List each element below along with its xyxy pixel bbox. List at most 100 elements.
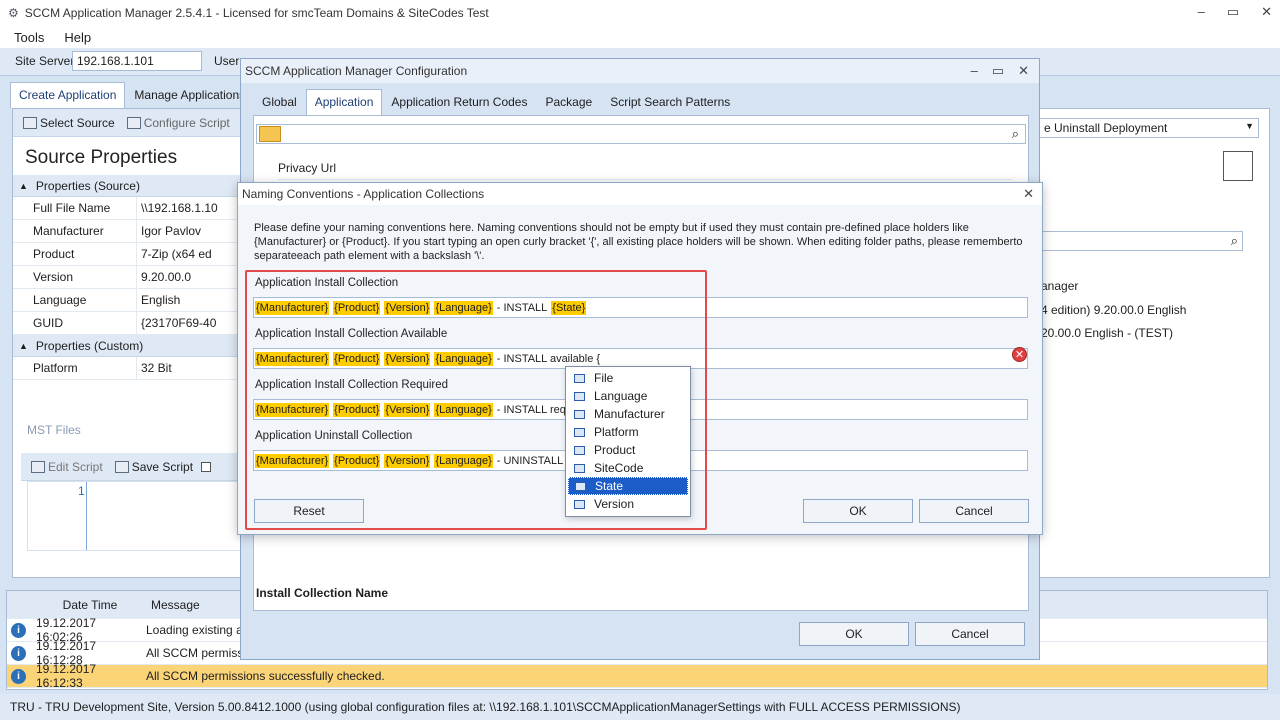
- dropdown-item[interactable]: Platform: [568, 423, 688, 441]
- deployment-select[interactable]: e Uninstall Deployment ▼: [1039, 118, 1259, 138]
- config-title: SCCM Application Manager Configuration: [245, 64, 468, 78]
- placeholder-token: {Version}: [384, 453, 431, 468]
- placeholder-token: {Product}: [333, 300, 381, 315]
- dropdown-item[interactable]: SiteCode: [568, 459, 688, 477]
- site-server-input[interactable]: 192.168.1.101: [72, 51, 202, 71]
- naming-cancel-button[interactable]: Cancel: [919, 499, 1029, 523]
- placeholder-token: {Version}: [384, 351, 431, 366]
- custom-rows: Platform 32 Bit: [13, 357, 247, 380]
- placeholder-token: {Manufacturer}: [255, 300, 330, 315]
- close-icon[interactable]: ✕: [1261, 4, 1272, 20]
- field-label-uninstall: Application Uninstall Collection: [255, 430, 413, 442]
- property-row[interactable]: Product 7-Zip (x64 ed: [13, 243, 247, 266]
- placeholder-token: {Language}: [434, 300, 493, 315]
- placeholder-token: {Language}: [434, 453, 493, 468]
- window-title: SCCM Application Manager 2.5.4.1 - Licen…: [24, 6, 489, 20]
- log-col-message[interactable]: Message: [149, 598, 200, 612]
- maximize-icon[interactable]: ▭: [1227, 4, 1239, 20]
- naming-title: Naming Conventions - Application Collect…: [242, 187, 485, 201]
- config-search-input[interactable]: ⌕: [256, 124, 1026, 144]
- field-label-available: Application Install Collection Available: [255, 328, 448, 340]
- collapse-icon: ▲: [19, 180, 28, 191]
- dropdown-item-label: State: [595, 479, 624, 493]
- dropdown-item-label: Language: [594, 389, 648, 403]
- config-cancel-button[interactable]: Cancel: [915, 622, 1025, 646]
- dropdown-item[interactable]: State: [568, 477, 688, 495]
- naming-ok-button[interactable]: OK: [803, 499, 913, 523]
- tab-manage-applications[interactable]: Manage Applications: [125, 82, 254, 108]
- placeholder-token: {State}: [551, 300, 587, 315]
- privacy-url-row: Privacy Url: [278, 156, 1012, 180]
- group-properties-custom[interactable]: ▲ Properties (Custom): [13, 335, 247, 357]
- minimize-icon[interactable]: –: [971, 63, 978, 79]
- config-tab[interactable]: Global: [253, 89, 306, 115]
- right-search-input[interactable]: ⌕: [1039, 231, 1243, 251]
- property-value: 9.20.00.0: [141, 270, 192, 284]
- minimize-icon[interactable]: –: [1198, 4, 1205, 20]
- reset-button[interactable]: Reset: [254, 499, 364, 523]
- property-value: 32 Bit: [141, 361, 172, 375]
- property-key: Full File Name: [13, 197, 137, 219]
- checkbox[interactable]: [201, 461, 212, 472]
- error-icon: ✕: [1012, 347, 1027, 362]
- log-message: Loading existing a: [146, 623, 243, 637]
- placeholder-token: {Manufacturer}: [255, 351, 330, 366]
- config-tab[interactable]: Application Return Codes: [382, 89, 536, 115]
- property-row[interactable]: Language English: [13, 289, 247, 312]
- script-editor[interactable]: 1: [27, 481, 247, 551]
- config-tab[interactable]: Application: [305, 89, 383, 115]
- config-tab[interactable]: Script Search Patterns: [601, 89, 739, 115]
- property-key: Platform: [13, 357, 137, 379]
- placeholder-token: {Language}: [434, 402, 493, 417]
- placeholder-token: {Manufacturer}: [255, 402, 330, 417]
- menu-tools[interactable]: Tools: [14, 30, 44, 45]
- dropdown-item-label: SiteCode: [594, 461, 644, 475]
- config-tab[interactable]: Package: [536, 89, 601, 115]
- placeholder-icon: [574, 499, 585, 509]
- right-row-1: 4 edition) 9.20.00.0 English: [1041, 303, 1187, 317]
- site-server-label: Site Server: [15, 54, 75, 68]
- property-value: Igor Pavlov: [141, 224, 202, 238]
- property-value: {23170F69-40: [141, 316, 217, 330]
- list-icon: [259, 126, 281, 142]
- info-icon: i: [11, 668, 26, 684]
- config-ok-button[interactable]: OK: [799, 622, 909, 646]
- install-collection-name: Install Collection Name: [256, 586, 389, 600]
- property-row[interactable]: Manufacturer Igor Pavlov: [13, 220, 247, 243]
- property-row[interactable]: GUID {23170F69-40: [13, 312, 247, 335]
- install-collection-input[interactable]: {Manufacturer} {Product} {Version} {Languag…: [253, 297, 1028, 318]
- log-col-date[interactable]: Date Time: [31, 598, 149, 612]
- property-row[interactable]: Full File Name \\192.168.1.10: [13, 197, 247, 220]
- dropdown-item[interactable]: Product: [568, 441, 688, 459]
- property-row[interactable]: Platform 32 Bit: [13, 357, 247, 380]
- dropdown-item-label: Platform: [594, 425, 639, 439]
- property-row[interactable]: Version 9.20.00.0: [13, 266, 247, 289]
- group-properties-source[interactable]: ▲ Properties (Source): [13, 175, 247, 197]
- title-bar: ⚙ SCCM Application Manager 2.5.4.1 - Lic…: [0, 0, 1280, 26]
- configure-script-button[interactable]: Configure Script: [123, 114, 234, 132]
- naming-description: Please define your naming conventions he…: [254, 222, 1023, 262]
- line-number: 1: [78, 484, 85, 498]
- menu-help[interactable]: Help: [64, 30, 91, 45]
- maximize-icon[interactable]: ▭: [992, 63, 1004, 79]
- source-properties-title: Source Properties: [25, 147, 178, 168]
- privacy-url-label: Privacy Url: [278, 160, 337, 175]
- field-label-install: Application Install Collection: [255, 277, 399, 289]
- field-suffix: - UNINSTALL: [496, 454, 564, 467]
- close-icon[interactable]: ✕: [1018, 63, 1029, 79]
- dropdown-item[interactable]: File: [568, 369, 688, 387]
- placeholder-token: {Manufacturer}: [255, 453, 330, 468]
- placeholder-icon: [574, 427, 585, 437]
- table-icon: [23, 116, 37, 129]
- tab-create-application[interactable]: Create Application: [10, 82, 126, 108]
- log-row[interactable]: i 19.12.2017 16:12:33 All SCCM permissions…: [7, 662, 1267, 690]
- dropdown-item[interactable]: Manufacturer: [568, 405, 688, 423]
- dropdown-item[interactable]: Version: [568, 495, 688, 513]
- select-source-button[interactable]: Select Source: [19, 114, 119, 132]
- placeholder-token: {Version}: [384, 300, 431, 315]
- save-script-button[interactable]: Save Script: [111, 458, 197, 476]
- edit-script-button[interactable]: Edit Script: [27, 458, 107, 476]
- search-icon: ⌕: [1230, 233, 1238, 248]
- dropdown-item[interactable]: Language: [568, 387, 688, 405]
- close-icon[interactable]: ✕: [1023, 186, 1034, 202]
